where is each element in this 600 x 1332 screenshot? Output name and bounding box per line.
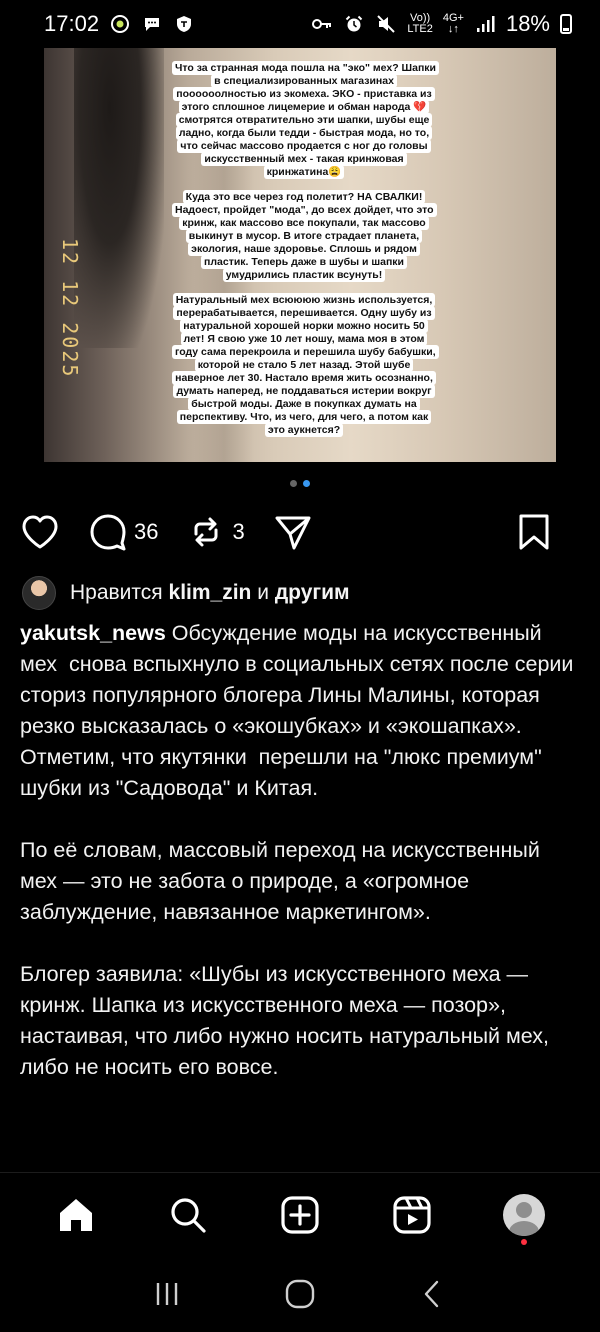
date-stamp: 12 12 2025 — [58, 238, 82, 379]
share-button[interactable] — [273, 512, 313, 552]
mute-icon — [375, 13, 397, 35]
status-right: Vo)) LTE2 4G+ ↓↑ 18% — [311, 11, 572, 37]
nav-reels[interactable] — [388, 1191, 436, 1239]
status-left: 17:02 — [44, 11, 195, 37]
nav-create[interactable] — [276, 1191, 324, 1239]
status-bar: 17:02 Vo)) LTE2 4G+ ↓↑ 18% — [0, 0, 600, 48]
alarm-icon — [343, 13, 365, 35]
liker-avatar — [22, 576, 56, 610]
nav-profile[interactable] — [500, 1191, 548, 1245]
data-indicator: 4G+ ↓↑ — [442, 12, 464, 35]
likes-row[interactable]: Нравится klim_zin и другим — [22, 576, 350, 610]
image-hair-shape — [74, 48, 164, 348]
likes-text: Нравится klim_zin и другим — [70, 581, 350, 604]
nav-search[interactable] — [164, 1191, 212, 1239]
signal-icon — [474, 13, 496, 35]
carousel-indicator — [0, 480, 600, 487]
post-caption: yakutsk_news Обсуждение моды на искусств… — [20, 618, 582, 1114]
caption-username[interactable]: yakutsk_news — [20, 621, 166, 645]
story-block-2: Куда это все через год полетит? НА СВАЛК… — [172, 190, 437, 282]
send-icon — [275, 516, 311, 550]
volte-indicator: Vo)) LTE2 — [407, 12, 433, 35]
story-block-3: Натуральный мех всюююю жизнь используетс… — [172, 293, 439, 437]
bookmark-icon — [519, 514, 549, 550]
post-actions: 36 3 — [20, 510, 580, 554]
search-icon — [171, 1197, 206, 1233]
comment-button[interactable]: 36 — [88, 512, 158, 552]
bottom-nav — [0, 1172, 600, 1256]
repost-button[interactable]: 3 — [186, 512, 245, 552]
story-text: Что за странная мода пошла на "эко" мех?… — [172, 61, 439, 437]
profile-avatar — [503, 1193, 545, 1236]
repost-icon — [194, 517, 218, 547]
heart-icon — [22, 515, 58, 549]
key-icon — [311, 13, 333, 35]
home-circle-icon — [285, 1279, 315, 1309]
caption-paragraph-3: Блогер заявила: «Шубы из искусственного … — [20, 962, 555, 1079]
nav-home[interactable] — [52, 1191, 100, 1239]
recent-apps-button[interactable] — [143, 1270, 191, 1318]
recent-apps-icon — [156, 1283, 177, 1305]
like-button[interactable] — [20, 513, 60, 551]
location-icon — [109, 13, 131, 35]
likes-others[interactable]: другим — [275, 581, 350, 604]
caption-paragraph-1: yakutsk_news Обсуждение моды на искусств… — [20, 621, 580, 800]
comment-count: 36 — [134, 519, 159, 544]
repost-count: 3 — [232, 519, 245, 544]
story-block-1: Что за странная мода пошла на "эко" мех?… — [172, 61, 439, 179]
back-button[interactable] — [409, 1270, 457, 1318]
carousel-dot-2 — [303, 480, 310, 487]
notification-dot — [521, 1238, 527, 1245]
post-image[interactable]: 12 12 2025 Что за странная мода пошла на… — [44, 48, 556, 462]
message-icon — [141, 13, 163, 35]
status-time: 17:02 — [44, 11, 100, 36]
home-icon — [60, 1198, 92, 1231]
reels-icon — [393, 1195, 431, 1234]
save-button[interactable] — [516, 512, 552, 552]
carousel-dot-1 — [290, 480, 297, 487]
battery-percent: 18% — [505, 11, 550, 36]
create-icon — [281, 1195, 319, 1234]
liker-username[interactable]: klim_zin — [169, 581, 252, 604]
caption-paragraph-2: По её словам, массовый переход на искусс… — [20, 838, 546, 924]
system-nav — [0, 1256, 600, 1332]
shield-icon — [173, 13, 195, 35]
comment-icon — [90, 514, 126, 551]
back-icon — [425, 1280, 439, 1308]
battery-icon — [560, 14, 572, 34]
system-home-button[interactable] — [276, 1270, 324, 1318]
